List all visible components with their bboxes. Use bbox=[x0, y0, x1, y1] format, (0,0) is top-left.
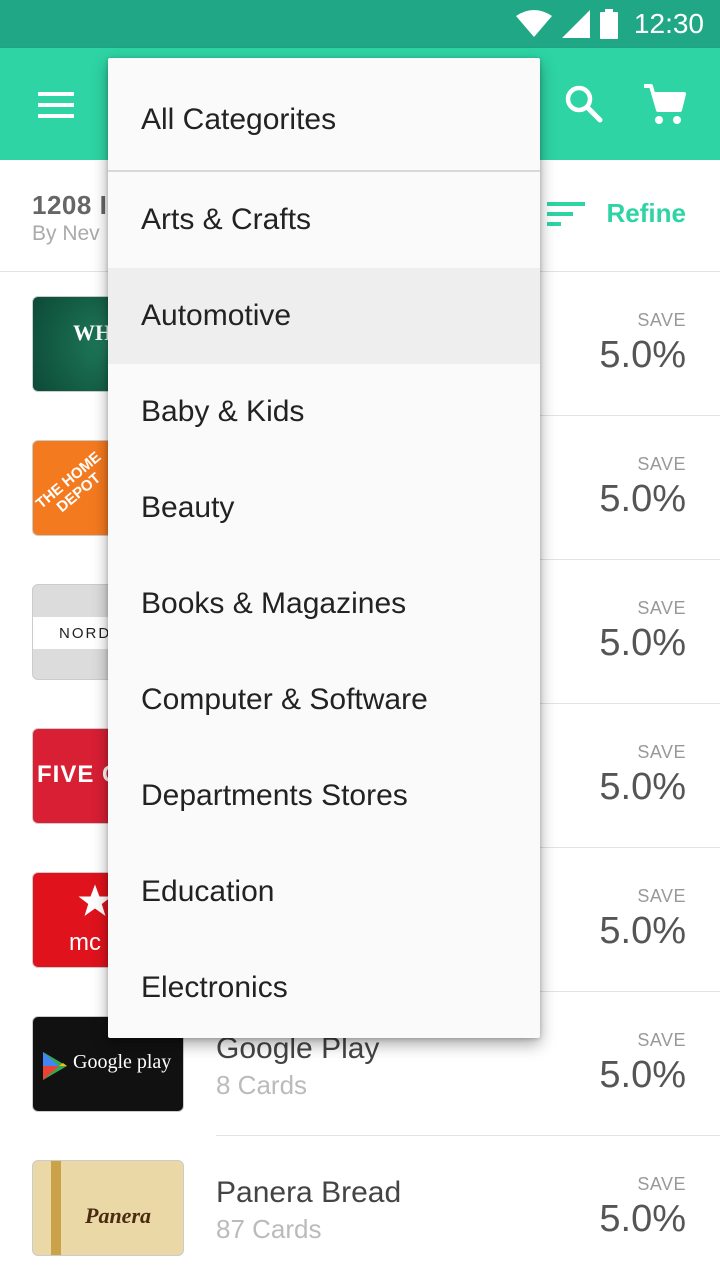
save-label: SAVE bbox=[637, 598, 686, 618]
save-label: SAVE bbox=[637, 1030, 686, 1050]
cart-button[interactable] bbox=[640, 80, 688, 128]
save-label: SAVE bbox=[637, 454, 686, 474]
wifi-icon bbox=[515, 10, 552, 37]
save-value: 5.0% bbox=[599, 766, 686, 808]
dropdown-item-beauty[interactable]: Beauty bbox=[108, 460, 540, 556]
dropdown-item-books-magazines[interactable]: Books & Magazines bbox=[108, 556, 540, 652]
save-value: 5.0% bbox=[599, 1198, 686, 1240]
dropdown-item-department-stores[interactable]: Departments Stores bbox=[108, 748, 540, 844]
card-count: 8 Cards bbox=[216, 1070, 308, 1100]
card-name: Panera Bread bbox=[216, 1176, 402, 1209]
save-label: SAVE bbox=[637, 886, 686, 906]
dropdown-item-all-categories[interactable]: All Categorites bbox=[108, 72, 540, 168]
search-icon bbox=[565, 85, 603, 123]
dropdown-item-arts-crafts[interactable]: Arts & Crafts bbox=[108, 172, 540, 268]
play-icon bbox=[43, 1052, 67, 1080]
save-label: SAVE bbox=[637, 310, 686, 330]
status-time: 12:30 bbox=[633, 8, 704, 39]
sort-label[interactable]: By Nev bbox=[32, 222, 100, 246]
battery-icon bbox=[599, 9, 618, 39]
list-item[interactable]: Panera Panera Bread 87 Cards SAVE 5.0% bbox=[0, 1136, 720, 1280]
dropdown-item-automotive[interactable]: Automotive bbox=[108, 268, 540, 364]
filter-icon bbox=[546, 201, 585, 226]
dropdown-item-education[interactable]: Education bbox=[108, 844, 540, 940]
save-label: SAVE bbox=[637, 742, 686, 762]
refine-label: Refine bbox=[606, 198, 686, 228]
save-value: 5.0% bbox=[599, 910, 686, 952]
category-dropdown: All Categorites Arts & Crafts Automotive… bbox=[108, 58, 540, 1038]
cart-icon bbox=[644, 84, 686, 124]
save-label: SAVE bbox=[637, 1174, 686, 1194]
save-value: 5.0% bbox=[599, 334, 686, 376]
status-icons: 12:30 bbox=[515, 0, 704, 48]
search-button[interactable] bbox=[562, 82, 606, 126]
status-bar: 12:30 bbox=[0, 0, 720, 48]
dropdown-item-computer-software[interactable]: Computer & Software bbox=[108, 652, 540, 748]
refine-button[interactable]: Refine bbox=[546, 198, 686, 229]
result-count: 1208 I bbox=[32, 190, 108, 220]
dropdown-item-electronics[interactable]: Electronics bbox=[108, 940, 540, 1036]
save-value: 5.0% bbox=[599, 478, 686, 520]
save-value: 5.0% bbox=[599, 622, 686, 664]
menu-button[interactable] bbox=[36, 88, 76, 122]
dropdown-item-baby-kids[interactable]: Baby & Kids bbox=[108, 364, 540, 460]
hamburger-icon bbox=[38, 92, 74, 118]
panera-card-image: Panera bbox=[32, 1160, 184, 1256]
save-value: 5.0% bbox=[599, 1054, 686, 1096]
card-count: 87 Cards bbox=[216, 1214, 322, 1244]
signal-icon bbox=[561, 10, 590, 38]
